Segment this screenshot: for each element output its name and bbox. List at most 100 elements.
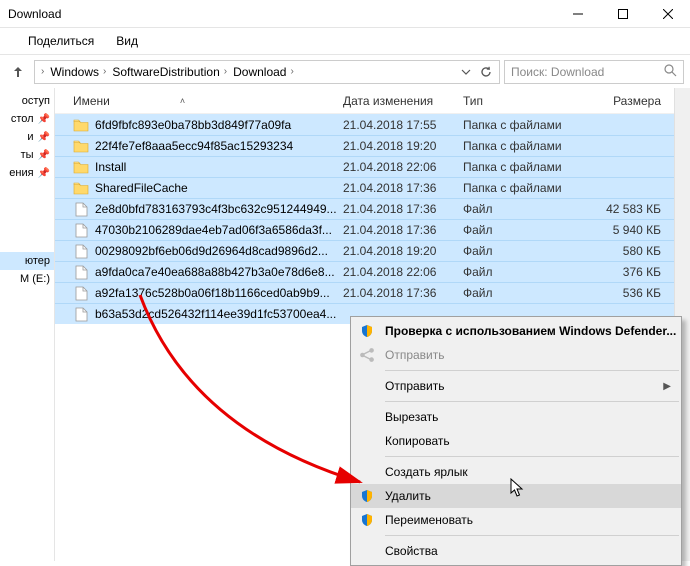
file-type: Файл [463, 265, 581, 279]
menu-share[interactable]: Поделиться [28, 34, 94, 48]
menu-bar: Поделиться Вид [0, 28, 690, 54]
close-button[interactable] [645, 0, 690, 28]
table-row[interactable]: 00298092bf6eb06d9d26964d8cad9896d2...21.… [55, 240, 690, 261]
file-type: Папка с файлами [463, 160, 581, 174]
window-title: Download [8, 7, 61, 21]
file-date: 21.04.2018 17:36 [343, 181, 463, 195]
column-type[interactable]: Тип [463, 94, 581, 108]
refresh-button[interactable] [477, 62, 495, 82]
sidebar-item-drive[interactable]: M (E:) [0, 270, 54, 288]
chevron-right-icon: › [103, 66, 106, 77]
folder-icon [73, 117, 89, 133]
ctx-send-to[interactable]: Отправить ▶ [351, 374, 681, 398]
search-icon [664, 64, 677, 80]
file-size: 5 940 КБ [581, 223, 661, 237]
sidebar-item[interactable]: стол📌 [0, 110, 54, 128]
context-menu: Проверка с использованием Windows Defend… [350, 316, 682, 566]
table-row[interactable]: 6fd9fbfc893e0ba78bb3d849f77a09fa21.04.20… [55, 114, 690, 135]
file-icon [73, 243, 89, 259]
sidebar-item[interactable]: ты📌 [0, 146, 54, 164]
crumb-softwaredistribution[interactable]: SoftwareDistribution› [110, 65, 229, 79]
file-date: 21.04.2018 22:06 [343, 160, 463, 174]
share-icon [359, 347, 375, 363]
chevron-right-icon: › [41, 66, 44, 77]
pin-icon: 📌 [38, 150, 50, 161]
sidebar-item[interactable]: и📌 [0, 128, 54, 146]
chevron-right-icon: ▶ [663, 381, 671, 392]
column-size[interactable]: Размера [581, 94, 661, 108]
sort-indicator-icon: ˄ [180, 96, 185, 106]
file-icon [73, 264, 89, 280]
table-row[interactable]: Install21.04.2018 22:06Папка с файлами [55, 156, 690, 177]
ctx-delete[interactable]: Удалить [351, 484, 681, 508]
file-size: 580 КБ [581, 244, 661, 258]
ctx-defender[interactable]: Проверка с использованием Windows Defend… [351, 319, 681, 343]
file-size: 376 КБ [581, 265, 661, 279]
ctx-properties[interactable]: Свойства [351, 539, 681, 563]
table-row[interactable]: 2e8d0bfd783163793c4f3bc632c951244949...2… [55, 198, 690, 219]
file-type: Папка с файлами [463, 139, 581, 153]
file-date: 21.04.2018 17:36 [343, 223, 463, 237]
file-type: Файл [463, 244, 581, 258]
ctx-cut[interactable]: Вырезать [351, 405, 681, 429]
file-size: 536 КБ [581, 286, 661, 300]
table-row[interactable]: a9fda0ca7e40ea688a88b427b3a0e78d6e8...21… [55, 261, 690, 282]
ctx-create-shortcut[interactable]: Создать ярлык [351, 460, 681, 484]
file-icon [73, 222, 89, 238]
minimize-button[interactable] [555, 0, 600, 28]
file-type: Файл [463, 286, 581, 300]
window-controls [555, 0, 690, 28]
ctx-separator [385, 535, 679, 536]
file-name: 00298092bf6eb06d9d26964d8cad9896d2... [95, 244, 343, 258]
crumb-download[interactable]: Download› [231, 65, 296, 79]
file-size: 42 583 КБ [581, 202, 661, 216]
file-name: Install [95, 160, 343, 174]
shield-icon [359, 488, 375, 504]
ctx-separator [385, 401, 679, 402]
table-row[interactable]: SharedFileCache21.04.2018 17:36Папка с ф… [55, 177, 690, 198]
sidebar-item[interactable]: оступ [0, 92, 54, 110]
folder-icon [73, 138, 89, 154]
table-row[interactable]: a92fa1376c528b0a06f18b1166ced0ab9b9...21… [55, 282, 690, 303]
search-input[interactable]: Поиск: Download [504, 60, 684, 84]
file-icon [73, 201, 89, 217]
file-type: Файл [463, 202, 581, 216]
file-name: 6fd9fbfc893e0ba78bb3d849f77a09fa [95, 118, 343, 132]
search-placeholder: Поиск: Download [511, 65, 604, 79]
sidebar-item[interactable]: ения📌 [0, 164, 54, 182]
table-row[interactable]: 22f4fe7ef8aaa5ecc94f85ac1529323421.04.20… [55, 135, 690, 156]
ctx-send-disabled: Отправить [351, 343, 681, 367]
shield-icon [359, 512, 375, 528]
file-icon [73, 285, 89, 301]
folder-icon [73, 180, 89, 196]
file-date: 21.04.2018 22:06 [343, 265, 463, 279]
breadcrumb[interactable]: › Windows› SoftwareDistribution› Downloa… [34, 60, 500, 84]
file-name: 22f4fe7ef8aaa5ecc94f85ac15293234 [95, 139, 343, 153]
crumb-windows[interactable]: Windows› [48, 65, 108, 79]
maximize-button[interactable] [600, 0, 645, 28]
file-date: 21.04.2018 17:55 [343, 118, 463, 132]
path-dropdown-button[interactable] [457, 62, 475, 82]
file-date: 21.04.2018 17:36 [343, 202, 463, 216]
file-date: 21.04.2018 19:20 [343, 139, 463, 153]
menu-view[interactable]: Вид [116, 34, 138, 48]
ctx-rename[interactable]: Переименовать [351, 508, 681, 532]
chevron-right-icon: › [290, 66, 293, 77]
ctx-separator [385, 370, 679, 371]
pin-icon: 📌 [38, 168, 50, 179]
sidebar-item-computer[interactable]: ютер [0, 252, 54, 270]
nav-up-button[interactable] [6, 60, 30, 84]
column-date[interactable]: Дата изменения [343, 94, 463, 108]
column-name[interactable]: Имени˄ [73, 94, 343, 108]
file-name: a9fda0ca7e40ea688a88b427b3a0e78d6e8... [95, 265, 343, 279]
column-headers: Имени˄ Дата изменения Тип Размера [55, 88, 690, 114]
ctx-separator [385, 456, 679, 457]
file-icon [73, 306, 89, 322]
file-type: Файл [463, 223, 581, 237]
ctx-copy[interactable]: Копировать [351, 429, 681, 453]
file-name: SharedFileCache [95, 181, 343, 195]
crumb-root[interactable]: › [39, 66, 46, 77]
pin-icon: 📌 [38, 132, 50, 143]
table-row[interactable]: 47030b2106289dae4eb7ad06f3a6586da3f...21… [55, 219, 690, 240]
file-name: b63a53d2cd526432f114ee39d1fc53700ea4... [95, 307, 343, 321]
